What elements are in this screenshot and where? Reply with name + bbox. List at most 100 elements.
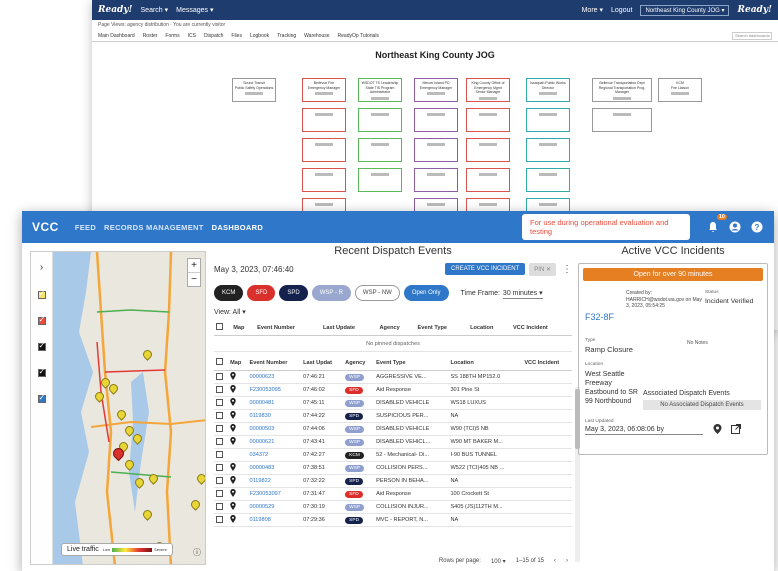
open-in-new-icon[interactable] xyxy=(731,424,741,436)
readyop-search-menu[interactable]: Search ▾ xyxy=(141,6,169,14)
map-pin-icon[interactable] xyxy=(230,463,236,473)
org-box[interactable]: King County Office of Emergency Mgmt Seni… xyxy=(466,78,510,102)
org-box[interactable] xyxy=(302,138,346,162)
event-number-link[interactable]: 00000623 xyxy=(247,370,302,384)
col-event-number[interactable]: Event Number xyxy=(255,320,321,336)
zoom-out-button[interactable]: − xyxy=(188,272,200,286)
table-row[interactable]: 00000529 07:30:19 WSP COLLISION INJUR... S40… xyxy=(214,500,572,514)
org-box[interactable] xyxy=(592,108,652,132)
filter-chip-open-only[interactable]: Open Only xyxy=(403,285,449,301)
account-circle-icon[interactable] xyxy=(728,220,742,234)
row-checkbox[interactable] xyxy=(216,385,223,393)
map-pin-icon[interactable] xyxy=(230,502,236,512)
chevron-right-icon[interactable]: › xyxy=(31,262,52,273)
row-checkbox[interactable] xyxy=(216,450,223,458)
org-box[interactable] xyxy=(358,168,402,192)
table-row[interactable]: 034372 07:42:27 KCM 52 - Mechanical- Di... I… xyxy=(214,448,572,462)
create-vcc-incident-button[interactable]: CREATE VCC INCIDENT xyxy=(445,263,526,275)
col-location[interactable]: Location xyxy=(448,355,523,371)
org-box[interactable]: WSDOT TS Leadership State TIS Program Adm… xyxy=(358,78,402,102)
timeframe-value[interactable]: 30 minutes ▾ xyxy=(502,290,543,299)
event-number-link[interactable]: 00000483 xyxy=(247,461,302,475)
map-pin-icon[interactable] xyxy=(230,424,236,434)
table-row[interactable]: 00000503 07:44:06 WSP DISABLED VEHICLE W90 (… xyxy=(214,422,572,436)
org-box[interactable] xyxy=(302,108,346,132)
org-box[interactable] xyxy=(466,138,510,162)
org-box[interactable]: Bellevue Fire Emergency Manager xyxy=(302,78,346,102)
readyop-nav-item[interactable]: Logbook xyxy=(250,33,269,39)
map-pin-icon[interactable] xyxy=(230,411,236,421)
nav-feed[interactable]: FEED xyxy=(75,223,96,232)
map-pin-icon[interactable] xyxy=(230,398,236,408)
filter-chip-wsp-nw[interactable]: WSP - NW xyxy=(354,285,400,301)
col-last-update[interactable]: Last Updat xyxy=(301,355,344,371)
incident-id-link[interactable]: F32-8F xyxy=(585,312,614,322)
select-all-checkbox[interactable] xyxy=(216,358,223,365)
row-checkbox[interactable] xyxy=(216,411,223,419)
org-box[interactable] xyxy=(414,108,458,132)
map-pin-icon[interactable] xyxy=(230,515,236,525)
event-number-link[interactable]: 00000529 xyxy=(247,500,302,514)
org-box[interactable] xyxy=(526,138,570,162)
row-checkbox[interactable] xyxy=(216,437,223,445)
readyop-nav-item[interactable]: ICS xyxy=(188,33,196,39)
select-all-checkbox[interactable] xyxy=(216,323,223,330)
org-box[interactable]: Issaquah Public Works Director xyxy=(526,78,570,102)
map-pin-icon[interactable] xyxy=(230,476,236,486)
more-vert-icon[interactable]: ⋮ xyxy=(562,264,572,275)
event-number-link[interactable]: 034372 xyxy=(247,448,302,462)
row-checkbox[interactable] xyxy=(216,476,223,484)
org-box[interactable] xyxy=(302,168,346,192)
rows-per-page-select[interactable]: 100 ▾ xyxy=(491,558,506,565)
org-box[interactable] xyxy=(414,138,458,162)
row-checkbox[interactable] xyxy=(216,398,223,406)
org-box[interactable] xyxy=(466,108,510,132)
table-row[interactable]: F230053095 07:46:02 SFD Aid Response 301 Pin… xyxy=(214,383,572,397)
table-row[interactable]: 0119822 07:32:22 SPD PERSON IN BEHA... NA xyxy=(214,474,572,488)
readyop-nav-item[interactable]: Roster xyxy=(143,33,158,39)
next-page-icon[interactable]: › xyxy=(566,558,568,565)
map-info-icon[interactable]: ⓘ xyxy=(193,547,201,558)
readyop-nav-item[interactable]: Files xyxy=(231,33,242,39)
org-box[interactable]: KCM Fire Liaison xyxy=(658,78,702,102)
col-vcc-incident[interactable]: VCC Incident xyxy=(510,320,572,336)
row-checkbox[interactable] xyxy=(216,372,223,380)
bell-icon[interactable]: 10 xyxy=(706,214,727,234)
col-agency[interactable]: Agency xyxy=(343,355,375,371)
filter-chip-kcm[interactable]: KCM xyxy=(214,285,244,301)
col-agency[interactable]: Agency xyxy=(377,320,416,336)
readyop-search-input[interactable]: Search dashboards xyxy=(732,31,772,40)
layer-checkbox-sfd[interactable] xyxy=(37,315,46,325)
readyop-nav-item[interactable]: Dispatch xyxy=(204,33,223,39)
event-number-link[interactable]: F230053097 xyxy=(247,487,302,501)
col-location[interactable]: Location xyxy=(468,320,511,336)
pin-button[interactable]: PIN ✕ xyxy=(529,262,556,276)
table-row[interactable]: 00000621 07:43:41 WSP DISABLED VEHICL... W90… xyxy=(214,435,572,449)
incident-card[interactable]: Open for over 90 minutes Created by: HAR… xyxy=(578,263,768,455)
readyop-nav-item[interactable]: Main Dashboard xyxy=(98,33,135,39)
layer-checkbox-spd[interactable] xyxy=(37,367,46,377)
event-number-link[interactable]: 00000481 xyxy=(247,396,302,410)
filter-chip-spd[interactable]: SPD xyxy=(279,285,308,301)
timeframe-select[interactable]: Time Frame: 30 minutes ▾ xyxy=(461,289,543,299)
layer-checkbox-kcm[interactable] xyxy=(37,341,46,351)
readyop-org-select[interactable]: Northeast King County JOG ▾ xyxy=(640,4,730,16)
readyop-nav-item[interactable]: ReadyOp Tutorials xyxy=(338,33,379,39)
org-box[interactable] xyxy=(466,168,510,192)
col-vcc-incident[interactable]: VCC Incident xyxy=(522,355,572,371)
table-row[interactable]: 0119808 07:29:36 SPD MVC - REPORT, N... NA xyxy=(214,513,572,527)
col-map[interactable]: Map xyxy=(228,355,248,371)
event-number-link[interactable]: 0119808 xyxy=(247,513,302,527)
org-box[interactable] xyxy=(526,168,570,192)
map-pin-icon[interactable] xyxy=(230,437,236,447)
event-number-link[interactable]: F230053095 xyxy=(247,383,302,397)
event-number-link[interactable]: 0119822 xyxy=(247,474,302,488)
zoom-in-button[interactable]: + xyxy=(188,259,200,272)
org-box[interactable]: Mercer Island PD Emergency Manager xyxy=(414,78,458,102)
org-box[interactable]: Bellevue Transportation Dept Regional Tra… xyxy=(592,78,652,102)
org-box[interactable] xyxy=(526,108,570,132)
table-row[interactable]: 00000623 07:46:21 WSP AGGRESSIVE VE... SS 18… xyxy=(214,370,572,384)
table-row[interactable]: F230053097 07:31:47 SFD Aid Response 100 Cro… xyxy=(214,487,572,501)
event-number-link[interactable]: 00000503 xyxy=(247,422,302,436)
readyop-more-menu[interactable]: More ▾ xyxy=(582,6,603,14)
